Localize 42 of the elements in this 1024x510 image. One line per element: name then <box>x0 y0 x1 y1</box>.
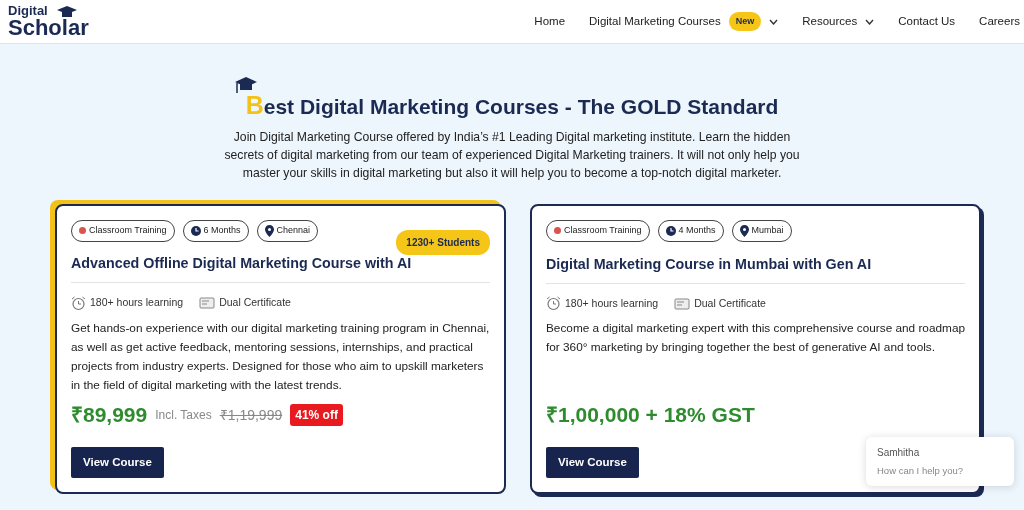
clock-icon <box>190 225 201 236</box>
price-text: ₹89,999 <box>71 402 148 429</box>
course-title: Digital Marketing Course in Mumbai with Gen AI <box>546 255 873 273</box>
logo-text: Digital <box>8 4 48 17</box>
discount-badge: 41% off <box>290 404 343 426</box>
intro-text: Join Digital Marketing Course offered by India’s #1 Leading Digital marketing institute. Learn the hidden secrets of digital marketing from our team of experienced Digital Marketing trainers. It will not only help you master your skills in digital marketing but also it will help you to become a top-notch digital marketer. <box>223 129 801 182</box>
nav-link-item[interactable]: Contact Us <box>898 12 956 31</box>
location-pin-icon <box>264 224 274 237</box>
nav-link-item[interactable]: Resources <box>802 12 858 31</box>
caret-icon <box>865 18 875 25</box>
graduation-cap-icon <box>233 76 258 96</box>
dot-icon <box>554 227 561 235</box>
nav-link-item[interactable]: Careers <box>979 12 1020 31</box>
alarm-clock-icon <box>546 296 561 312</box>
dot-icon <box>79 227 86 235</box>
course-description: Get hands-on experience with our digital marketing training program in Chennai, as well as get active feedback, mentoring sessions, internships, and practical projects from industry experts. Designed for those who aim to upskill marketers in the field of digital marketing with the latest trends. <box>71 319 490 394</box>
price-note: Incl. Taxes <box>155 407 212 424</box>
nav-link-item[interactable]: Digital Marketing Courses <box>589 12 721 31</box>
feature-text: Dual Certificate <box>219 295 291 311</box>
course-title: Advanced Offline Digital Marketing Course with AI <box>71 255 413 273</box>
page-heading: Best Digital Marketing Courses - The GOLD Standard <box>245 90 779 120</box>
feature-text: 180+ hours learning <box>565 295 659 311</box>
price-text: ₹1,00,000 + 18% GST <box>546 402 755 429</box>
chat-message: How can I help you? <box>877 464 965 478</box>
location-pin-icon <box>739 224 749 237</box>
caret-icon <box>769 18 779 25</box>
new-badge: New <box>728 11 762 32</box>
chat-agent-name: Samhitha <box>877 446 921 460</box>
logo-text: Scholar <box>8 17 89 39</box>
certificate-icon <box>674 297 691 310</box>
students-badge: 1230+ Students <box>396 230 490 255</box>
view-course-button[interactable]: View Course <box>546 446 639 478</box>
certificate-icon <box>199 297 216 310</box>
feature-text: 180+ hours learning <box>90 295 184 311</box>
feature-text: Dual Certificate <box>694 295 766 311</box>
clock-icon <box>665 225 676 236</box>
alarm-clock-icon <box>71 295 86 311</box>
nav-link-item[interactable]: Home <box>534 12 566 31</box>
course-description: Become a digital marketing expert with this comprehensive course and roadmap for 360° marketing by bringing together the best of generative AI and tools. <box>546 320 965 357</box>
old-price: ₹1,19,999 <box>219 405 283 425</box>
view-course-button[interactable]: View Course <box>71 446 164 478</box>
graduation-cap-icon <box>56 5 78 19</box>
